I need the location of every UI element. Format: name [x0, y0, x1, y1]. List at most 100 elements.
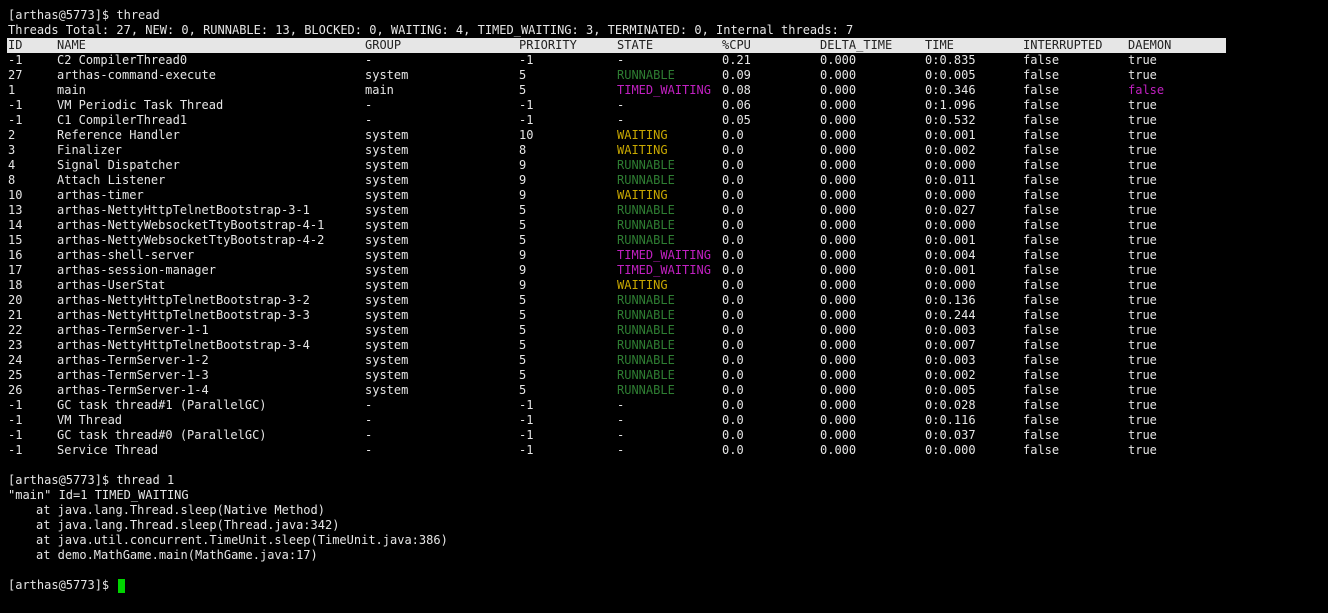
cell-state: - — [617, 113, 625, 127]
cell-priority: 9 — [519, 263, 527, 277]
cell-cpu: 0.0 — [722, 173, 744, 187]
terminal-window[interactable]: [arthas@5773]$ thread Threads Total: 27,… — [0, 0, 1328, 613]
cell-name: arthas-TermServer-1-1 — [57, 323, 209, 337]
cell-cpu: 0.0 — [722, 323, 744, 337]
cell-group: system — [365, 233, 409, 247]
cell-name: Service Thread — [57, 443, 159, 457]
cell-group: system — [365, 68, 409, 82]
table-row: 4 Signal Dispatcher system 9 RUNNABLE 0.0 0.00… — [8, 158, 1328, 173]
cell-group: system — [365, 383, 409, 397]
cell-cpu: 0.0 — [722, 413, 744, 427]
cell-time: 0:0.116 — [925, 413, 976, 427]
cell-delta-time: 0.000 — [820, 278, 857, 292]
cell-priority: -1 — [519, 413, 534, 427]
col-delta-time: DELTA_TIME — [820, 38, 893, 52]
cell-group: - — [365, 413, 373, 427]
cell-id: 1 — [8, 83, 16, 97]
cell-interrupted: false — [1023, 368, 1060, 382]
table-row: -1 GC task thread#0 (ParallelGC) - -1 - 0.0 0.… — [8, 428, 1328, 443]
cell-id: 22 — [8, 323, 23, 337]
cell-priority: 5 — [519, 308, 527, 322]
cell-cpu: 0.05 — [722, 113, 751, 127]
col-cpu: %CPU — [722, 38, 751, 52]
cell-name: arthas-NettyHttpTelnetBootstrap-3-3 — [57, 308, 310, 322]
cell-interrupted: false — [1023, 158, 1060, 172]
cell-time: 0:0.000 — [925, 158, 976, 172]
cell-time: 0:0.028 — [925, 398, 976, 412]
cell-interrupted: false — [1023, 53, 1060, 67]
cell-interrupted: false — [1023, 308, 1060, 322]
cell-cpu: 0.0 — [722, 308, 744, 322]
cell-name: arthas-command-execute — [57, 68, 216, 82]
cell-name: arthas-NettyHttpTelnetBootstrap-3-1 — [57, 203, 310, 217]
cell-time: 0:0.003 — [925, 323, 976, 337]
cell-daemon: true — [1128, 323, 1157, 337]
cell-group: system — [365, 203, 409, 217]
cell-name: C1 CompilerThread1 — [57, 113, 188, 127]
cell-name: arthas-NettyHttpTelnetBootstrap-3-4 — [57, 338, 310, 352]
cell-interrupted: false — [1023, 113, 1060, 127]
cell-interrupted: false — [1023, 323, 1060, 337]
cell-priority: -1 — [519, 443, 534, 457]
cell-daemon: true — [1128, 293, 1157, 307]
cell-group: system — [365, 218, 409, 232]
table-row: 10 arthas-timer system 9 WAITING 0.0 0.000 0:0.… — [8, 188, 1328, 203]
cell-group: system — [365, 248, 409, 262]
cell-priority: 5 — [519, 353, 527, 367]
thread-detail-header: "main" Id=1 TIMED_WAITING — [8, 488, 189, 502]
table-row: 2 Reference Handler system 10 WAITING 0.0 0.00… — [8, 128, 1328, 143]
cell-time: 0:0.000 — [925, 218, 976, 232]
cell-priority: 8 — [519, 143, 527, 157]
cell-group: system — [365, 338, 409, 352]
cell-group: system — [365, 308, 409, 322]
active-prompt[interactable]: [arthas@5773]$ — [8, 578, 1328, 593]
cell-delta-time: 0.000 — [820, 413, 857, 427]
cell-time: 0:1.096 — [925, 98, 976, 112]
cell-interrupted: false — [1023, 188, 1060, 202]
cell-id: -1 — [8, 53, 23, 67]
cell-daemon: true — [1128, 128, 1157, 142]
cell-interrupted: false — [1023, 278, 1060, 292]
cell-state: - — [617, 398, 625, 412]
cell-daemon: true — [1128, 263, 1157, 277]
cell-delta-time: 0.000 — [820, 83, 857, 97]
cell-state: RUNNABLE — [617, 233, 675, 247]
table-row: 3 Finalizer system 8 WAITING 0.0 0.000 0:0.002 f… — [8, 143, 1328, 158]
cell-daemon: true — [1128, 443, 1157, 457]
cell-state: RUNNABLE — [617, 323, 675, 337]
cell-cpu: 0.0 — [722, 293, 744, 307]
cell-cpu: 0.08 — [722, 83, 751, 97]
cell-priority: 5 — [519, 68, 527, 82]
cell-daemon: true — [1128, 338, 1157, 352]
cell-cpu: 0.06 — [722, 98, 751, 112]
cell-priority: 5 — [519, 338, 527, 352]
cell-interrupted: false — [1023, 248, 1060, 262]
cell-name: arthas-UserStat — [57, 278, 166, 292]
cell-delta-time: 0.000 — [820, 143, 857, 157]
cell-delta-time: 0.000 — [820, 128, 857, 142]
cell-priority: 5 — [519, 83, 527, 97]
cell-time: 0:0.001 — [925, 233, 976, 247]
cell-cpu: 0.0 — [722, 188, 744, 202]
cell-id: 18 — [8, 278, 23, 292]
cell-time: 0:0.027 — [925, 203, 976, 217]
cell-cpu: 0.0 — [722, 158, 744, 172]
cell-daemon: true — [1128, 233, 1157, 247]
cell-id: 3 — [8, 143, 16, 157]
cell-priority: 5 — [519, 323, 527, 337]
cell-name: arthas-shell-server — [57, 248, 195, 262]
cell-delta-time: 0.000 — [820, 398, 857, 412]
cell-id: 15 — [8, 233, 23, 247]
cell-interrupted: false — [1023, 233, 1060, 247]
table-row: 18 arthas-UserStat system 9 WAITING 0.0 0.000 0… — [8, 278, 1328, 293]
cell-time: 0:0.000 — [925, 443, 976, 457]
table-row: -1 C2 CompilerThread0 - -1 - 0.21 0.000 0:0.835… — [8, 53, 1328, 68]
cell-priority: 9 — [519, 248, 527, 262]
cell-id: -1 — [8, 113, 23, 127]
cell-id: -1 — [8, 413, 23, 427]
text-cursor[interactable] — [118, 578, 126, 593]
cell-state: TIMED_WAITING — [617, 263, 711, 277]
cell-state: RUNNABLE — [617, 173, 675, 187]
cell-group: - — [365, 443, 373, 457]
cell-group: system — [365, 143, 409, 157]
